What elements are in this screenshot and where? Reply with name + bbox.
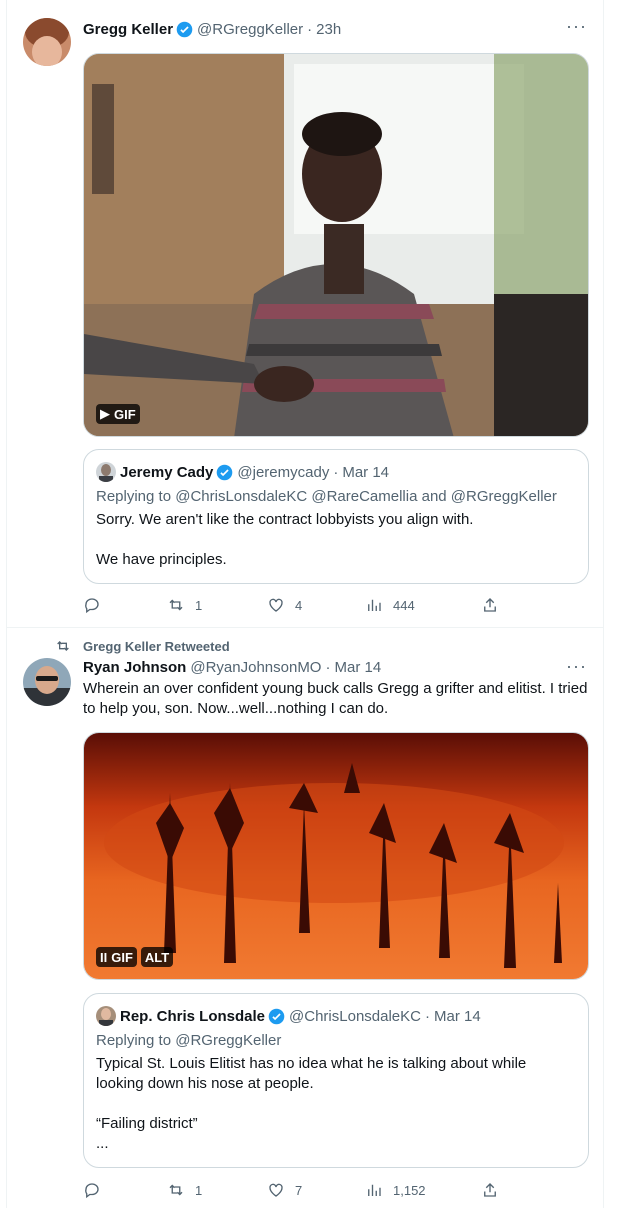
media-badges: II GIF ALT: [96, 947, 174, 967]
quote-text: Sorry. We aren't like the contract lobby…: [96, 511, 474, 568]
verified-badge-icon: [176, 21, 193, 37]
quote-header: Jeremy Cady @jeremycady · Mar 14: [96, 462, 576, 482]
reply-icon: [85, 598, 99, 614]
tweet[interactable]: Gregg Keller Retweeted Ryan Johnson @Rya…: [7, 628, 603, 1208]
verified-badge-icon: [268, 1008, 285, 1024]
timestamp[interactable]: 23h: [316, 21, 341, 38]
quote-timestamp: Mar 14: [342, 463, 390, 481]
retweet-count: 1: [195, 1182, 203, 1198]
tweet-header: Gregg Keller @RGreggKeller · 23h: [83, 18, 341, 40]
retweeted-by[interactable]: Gregg Keller Retweeted: [55, 638, 230, 654]
quote-timestamp: Mar 14: [433, 1007, 481, 1025]
reply-icon: [85, 1183, 99, 1199]
author-name[interactable]: Ryan Johnson: [83, 659, 186, 676]
quoted-tweet[interactable]: Jeremy Cady @jeremycady · Mar 14 Replyin…: [83, 449, 589, 584]
like-button[interactable]: 4: [267, 596, 365, 614]
retweet-icon: [169, 1184, 183, 1196]
quote-text: Typical St. Louis Elitist has no idea wh…: [96, 1055, 527, 1152]
views-button[interactable]: 444: [365, 596, 481, 614]
heart-icon: [269, 1183, 283, 1197]
gif-image-forest-fire: [84, 733, 588, 979]
quote-avatar: [96, 462, 116, 482]
pause-gif-button[interactable]: II GIF: [96, 947, 137, 967]
retweet-button[interactable]: 1: [167, 1181, 267, 1199]
view-count: 444: [393, 597, 415, 613]
gif-badge[interactable]: ▶ GIF: [96, 404, 140, 424]
share-button[interactable]: [481, 1181, 499, 1199]
view-count: 1,152: [393, 1182, 426, 1198]
timeline: Gregg Keller @RGreggKeller · 23h ··· ▶ G…: [6, 0, 604, 1208]
separator-dot: ·: [424, 1007, 430, 1025]
tweet-actions: 1 4 444: [83, 594, 513, 616]
quote-author-name: Jeremy Cady: [120, 463, 214, 481]
views-chart-icon: [368, 599, 381, 611]
gif-media[interactable]: II GIF ALT: [83, 732, 589, 980]
tweet-text: Wherein an over confident young buck cal…: [83, 680, 588, 717]
views-button[interactable]: 1,152: [365, 1181, 481, 1199]
verified-badge-icon: [217, 464, 233, 480]
views-chart-icon: [368, 1184, 381, 1196]
quote-author-name: Rep. Chris Lonsdale: [120, 1007, 266, 1025]
heart-icon: [269, 598, 283, 612]
tweet-header: Ryan Johnson @RyanJohnsonMO · Mar 14: [83, 656, 381, 678]
separator-dot: ·: [333, 463, 339, 481]
share-icon: [484, 598, 496, 612]
reply-button[interactable]: [83, 1181, 167, 1199]
like-count: 7: [295, 1182, 303, 1198]
like-count: 4: [295, 597, 303, 613]
author-name[interactable]: Gregg Keller: [83, 21, 173, 38]
quoted-tweet[interactable]: Rep. Chris Lonsdale @ChrisLonsdaleKC · M…: [83, 993, 589, 1168]
replying-to: Replying to @ChrisLonsdaleKC @RareCamell…: [96, 488, 557, 505]
tweet-actions: 1 7 1,152: [83, 1179, 513, 1201]
quote-author-handle: @ChrisLonsdaleKC: [289, 1007, 421, 1025]
pause-icon: II: [100, 949, 108, 965]
quote-author-handle: @jeremycady: [237, 463, 330, 481]
more-options-icon[interactable]: ···: [566, 16, 587, 37]
media-badges: ▶ GIF: [96, 404, 140, 424]
like-button[interactable]: 7: [267, 1181, 365, 1199]
gif-media[interactable]: ▶ GIF: [83, 53, 589, 437]
retweet-button[interactable]: 1: [167, 596, 267, 614]
replying-to-handles: @RGreggKeller: [175, 1032, 282, 1049]
gif-image-person-sitting: [84, 54, 588, 436]
separator-dot: ·: [307, 20, 313, 38]
quote-header: Rep. Chris Lonsdale @ChrisLonsdaleKC · M…: [96, 1006, 576, 1026]
author-handle[interactable]: @RyanJohnsonMO: [190, 659, 321, 676]
avatar[interactable]: [23, 18, 71, 66]
quote-avatar: [96, 1006, 116, 1026]
tweet[interactable]: Gregg Keller @RGreggKeller · 23h ··· ▶ G…: [7, 0, 603, 628]
more-options-icon[interactable]: ···: [566, 656, 587, 677]
separator-dot: ·: [325, 658, 331, 676]
timestamp[interactable]: Mar 14: [334, 659, 381, 676]
replying-to: Replying to @RGreggKeller: [96, 1032, 282, 1049]
alt-text-badge[interactable]: ALT: [140, 947, 174, 967]
share-icon: [484, 1183, 496, 1197]
play-icon: ▶: [100, 406, 110, 421]
retweet-icon: [57, 641, 69, 651]
reply-button[interactable]: [83, 596, 167, 614]
avatar[interactable]: [23, 658, 71, 706]
author-handle[interactable]: @RGreggKeller: [197, 21, 303, 38]
retweet-icon: [169, 599, 183, 611]
retweet-count: 1: [195, 597, 203, 613]
replying-to-handles: @ChrisLonsdaleKC @RareCamellia and @RGre…: [175, 488, 557, 505]
share-button[interactable]: [481, 596, 499, 614]
